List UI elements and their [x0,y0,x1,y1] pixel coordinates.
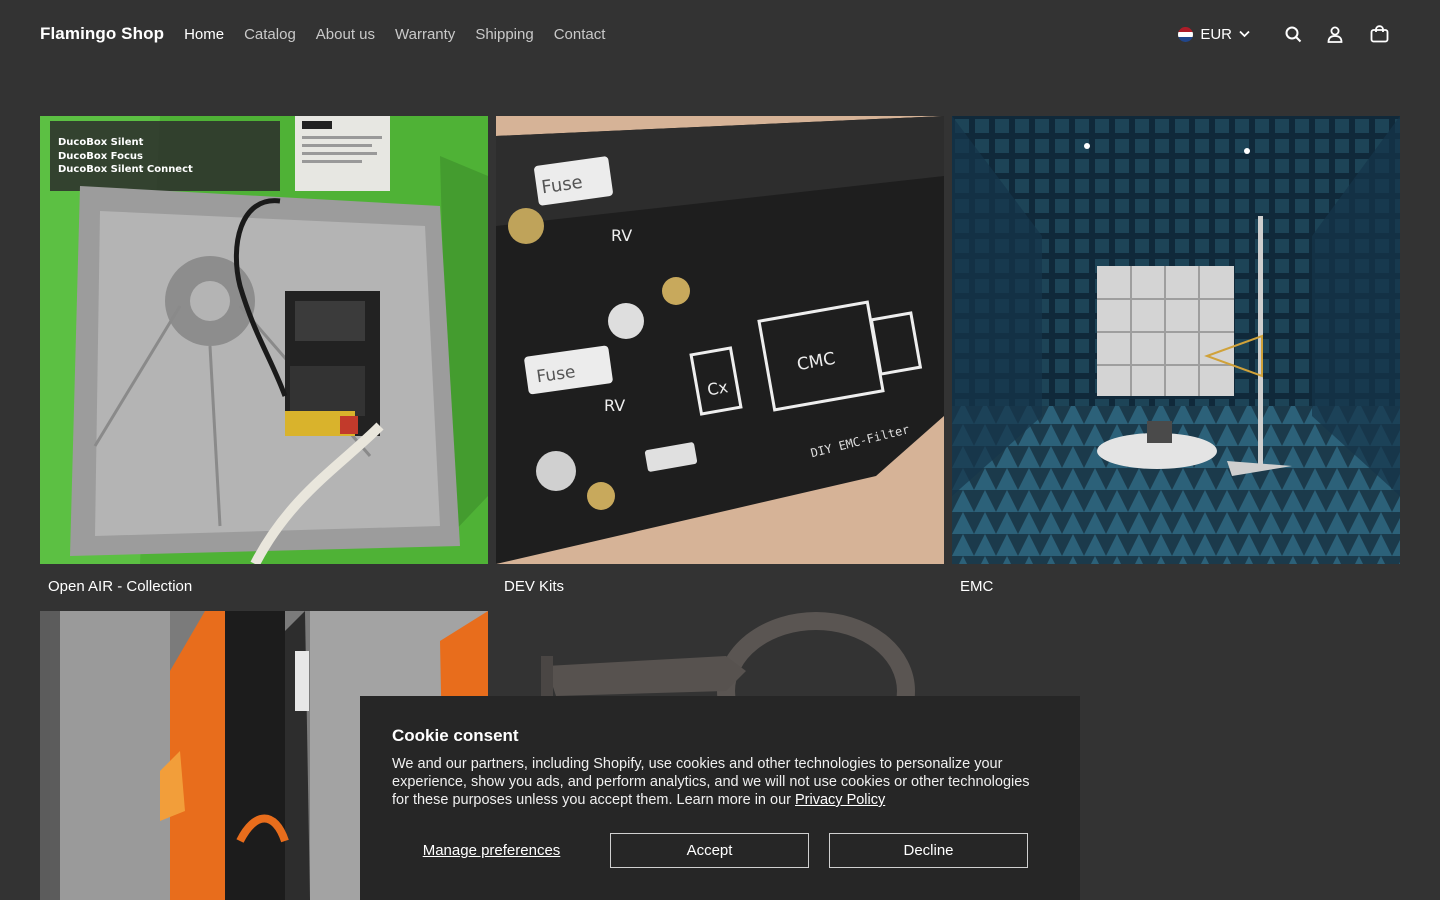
currency-label: EUR [1200,25,1232,43]
image-caption-line: DucoBox Silent [58,137,144,148]
nav-catalog[interactable]: Catalog [244,26,296,43]
nav-contact[interactable]: Contact [554,26,606,43]
cart-button[interactable] [1358,17,1400,51]
nav-about-us[interactable]: About us [316,26,375,43]
collection-card-open-air[interactable]: DucoBox Silent DucoBox Focus DucoBox Sil… [40,116,488,606]
cookie-consent-banner: Cookie consent We and our partners, incl… [360,696,1080,900]
nav-shipping[interactable]: Shipping [475,26,533,43]
account-button[interactable] [1314,17,1356,51]
collection-card-emc[interactable]: EMC [952,116,1400,606]
collection-title[interactable]: EMC [960,578,993,595]
cart-icon [1370,25,1388,43]
manage-preferences-link[interactable]: Manage preferences [392,842,591,859]
cookie-actions: Manage preferences Accept Decline [392,833,1048,868]
collection-image: DucoBox Silent DucoBox Focus DucoBox Sil… [40,116,488,564]
nav-home[interactable]: Home [184,26,224,43]
image-caption-line: DucoBox Focus [58,150,143,162]
currency-selector[interactable]: EUR [1178,26,1250,43]
nl-flag-icon [1178,26,1194,42]
brand-logo[interactable]: Flamingo Shop [40,24,164,44]
collection-image [952,116,1400,564]
search-button[interactable] [1272,17,1314,51]
image-caption: DucoBox Silent DucoBox Focus DucoBox Sil… [58,136,193,177]
image-caption-line: DucoBox Silent Connect [58,164,193,175]
cookie-body: We and our partners, including Shopify, … [392,756,1030,808]
collection-title[interactable]: DEV Kits [504,578,564,595]
pcb-label: RV [611,226,632,245]
cookie-title: Cookie consent [392,726,519,745]
account-icon [1327,26,1343,43]
pcb-label: RV [604,396,625,415]
cookie-text: We and our partners, including Shopify, … [392,755,1048,809]
accept-button[interactable]: Accept [610,833,809,868]
site-header: Flamingo Shop Home Catalog About us Warr… [0,0,1440,68]
nav-warranty[interactable]: Warranty [395,26,455,43]
decline-button[interactable]: Decline [829,833,1028,868]
chevron-down-icon [1239,30,1250,38]
main-nav: Home Catalog About us Warranty Shipping … [184,26,625,43]
collection-card-dev-kits[interactable]: Fuse Fuse RV RV Cx CMC DIY EMC-Filter DE… [496,116,944,606]
collection-image: Fuse Fuse RV RV Cx CMC DIY EMC-Filter [496,116,944,564]
pcb-label: Cx [706,377,730,399]
privacy-policy-link[interactable]: Privacy Policy [795,792,885,808]
collection-title[interactable]: Open AIR - Collection [48,578,192,595]
header-actions: EUR [1178,17,1400,51]
search-icon [1285,26,1301,42]
